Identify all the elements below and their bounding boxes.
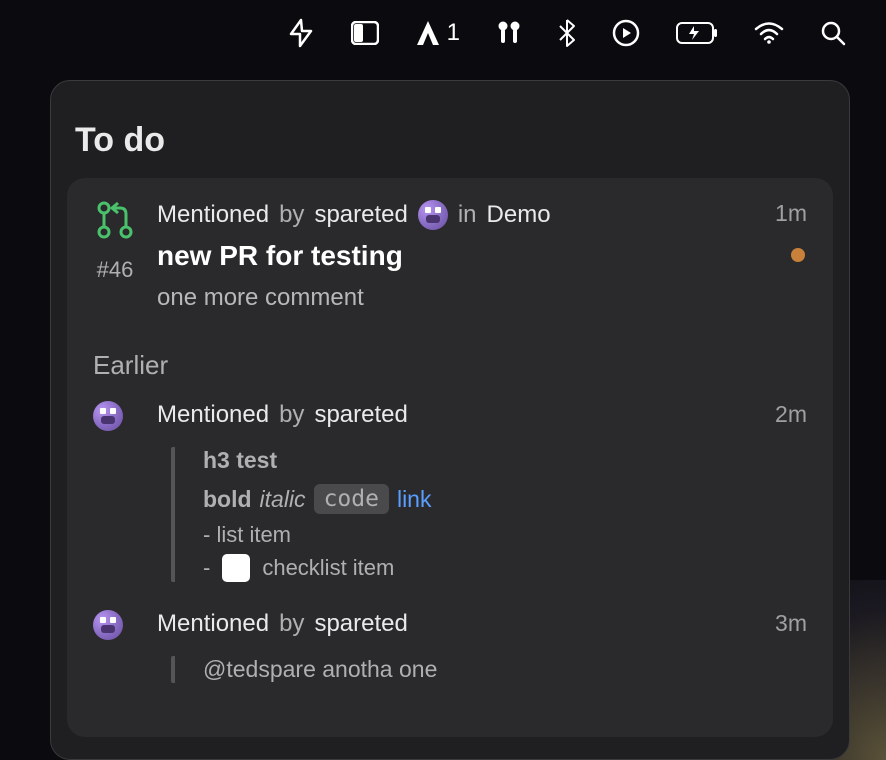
earlier-body: Mentioned by spareted @tedspare anotha o… xyxy=(157,610,807,683)
notification-label: Mentioned xyxy=(157,610,269,638)
author-name: spareted xyxy=(314,401,407,429)
bold-text: bold xyxy=(203,486,252,513)
play-icon[interactable] xyxy=(612,19,640,47)
notification-label: Mentioned xyxy=(157,401,269,429)
notification-body: Mentioned by spareted in Demo new PR for… xyxy=(157,200,807,312)
notification-description: one more comment xyxy=(157,284,807,312)
earlier-header: Mentioned by spareted xyxy=(157,610,807,638)
earlier-left-column xyxy=(93,610,137,683)
pr-number: #46 xyxy=(97,257,134,283)
notification-panel: To do #46 Mentioned by spareted in Demo … xyxy=(50,80,850,760)
notification-left-column: #46 xyxy=(93,200,137,312)
timestamp: 3m xyxy=(775,610,807,637)
panel-title: To do xyxy=(51,121,849,178)
unread-indicator xyxy=(791,248,805,262)
in-text: in xyxy=(458,201,477,229)
notification-item[interactable]: #46 Mentioned by spareted in Demo new PR… xyxy=(93,200,807,312)
notification-card: #46 Mentioned by spareted in Demo new PR… xyxy=(67,178,833,737)
list-item: - list item xyxy=(203,522,807,548)
italic-text: italic xyxy=(260,486,306,513)
menubar: 1 xyxy=(0,0,886,66)
notification-label: Mentioned xyxy=(157,201,269,229)
app-icon[interactable]: 1 xyxy=(415,19,460,47)
pull-request-icon xyxy=(96,200,134,245)
checklist-item: - checklist item xyxy=(203,554,807,582)
by-text: by xyxy=(279,610,304,638)
checklist-label: checklist item xyxy=(262,555,394,581)
thread-content: h3 test bold italic code link - list ite… xyxy=(171,447,807,582)
link-text[interactable]: link xyxy=(397,486,432,513)
avatar xyxy=(93,401,123,431)
earlier-body: Mentioned by spareted h3 test bold itali… xyxy=(157,401,807,582)
notification-header: Mentioned by spareted in Demo xyxy=(157,200,807,230)
content-heading: h3 test xyxy=(203,447,807,474)
by-text: by xyxy=(279,401,304,429)
window-icon[interactable] xyxy=(351,21,379,45)
battery-icon[interactable] xyxy=(676,22,718,44)
wifi-icon[interactable] xyxy=(754,22,784,44)
earlier-header: Mentioned by spareted xyxy=(157,401,807,429)
earlier-left-column xyxy=(93,401,137,582)
thread-content: @tedspare anotha one xyxy=(171,656,807,683)
bluetooth-icon[interactable] xyxy=(558,18,576,48)
supabase-icon[interactable] xyxy=(287,18,315,48)
author-name: spareted xyxy=(314,610,407,638)
dash: - xyxy=(203,555,210,581)
airpods-icon[interactable] xyxy=(496,20,522,46)
author-name: spareted xyxy=(314,201,407,229)
avatar xyxy=(418,200,448,230)
avatar xyxy=(93,610,123,640)
content-formatting-line: bold italic code link xyxy=(203,484,807,514)
timestamp: 1m xyxy=(775,200,807,227)
earlier-item[interactable]: Mentioned by spareted h3 test bold itali… xyxy=(93,401,807,582)
checkbox[interactable] xyxy=(222,554,250,582)
search-icon[interactable] xyxy=(820,20,846,46)
mention-text: @tedspare anotha one xyxy=(203,656,807,683)
earlier-section-title: Earlier xyxy=(93,350,807,381)
repo-name: Demo xyxy=(487,201,551,229)
app-badge-count: 1 xyxy=(447,19,460,47)
code-text: code xyxy=(314,484,389,514)
timestamp: 2m xyxy=(775,401,807,428)
notification-title: new PR for testing xyxy=(157,240,807,272)
earlier-item[interactable]: Mentioned by spareted @tedspare anotha o… xyxy=(93,610,807,683)
by-text: by xyxy=(279,201,304,229)
